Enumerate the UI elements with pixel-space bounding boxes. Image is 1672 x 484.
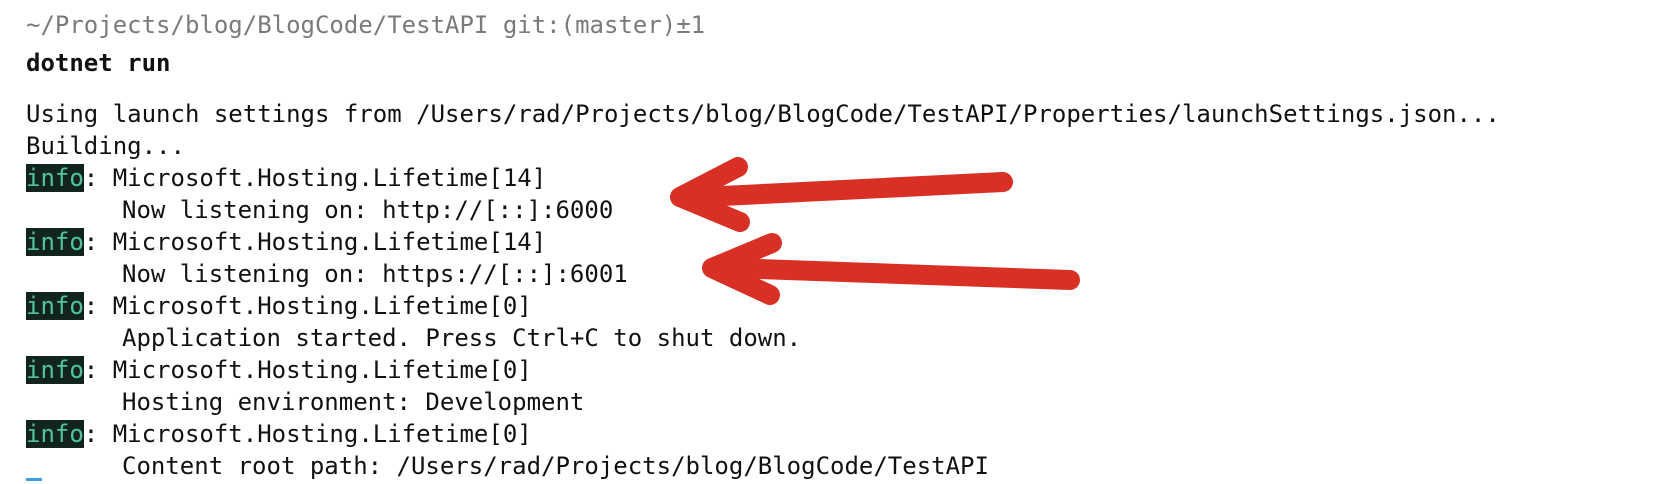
log-line: info: Microsoft.Hosting.Lifetime[0]	[26, 418, 1500, 450]
log-category: : Microsoft.Hosting.Lifetime[14]	[83, 164, 547, 192]
log-category: : Microsoft.Hosting.Lifetime[0]	[83, 292, 532, 320]
terminal-output: Using launch settings from /Users/rad/Pr…	[26, 98, 1500, 482]
log-line: info: Microsoft.Hosting.Lifetime[0]	[26, 290, 1500, 322]
log-level-badge: info	[26, 164, 84, 192]
output-line-building: Building...	[26, 132, 185, 160]
log-line: info: Microsoft.Hosting.Lifetime[14]	[26, 226, 1500, 258]
log-line: info: Microsoft.Hosting.Lifetime[14]	[26, 162, 1500, 194]
log-detail-app-started: Application started. Press Ctrl+C to shu…	[122, 324, 802, 352]
shell-prompt: ~/Projects/blog/BlogCode/TestAPI git:(ma…	[26, 11, 706, 39]
log-level-badge: info	[26, 292, 84, 320]
log-category: : Microsoft.Hosting.Lifetime[0]	[83, 356, 532, 384]
log-line: info: Microsoft.Hosting.Lifetime[0]	[26, 354, 1500, 386]
log-detail-environment: Hosting environment: Development	[122, 388, 585, 416]
output-line-launch-settings: Using launch settings from /Users/rad/Pr…	[26, 100, 1500, 128]
log-level-badge: info	[26, 420, 84, 448]
log-category: : Microsoft.Hosting.Lifetime[14]	[83, 228, 547, 256]
log-detail-content-root: Content root path: /Users/rad/Projects/b…	[122, 452, 989, 480]
log-detail-https-listening: Now listening on: https://[::]:6001	[122, 260, 628, 288]
terminal-cursor	[26, 478, 42, 481]
log-level-badge: info	[26, 228, 84, 256]
command-text: dotnet run	[26, 49, 171, 77]
log-detail-http-listening: Now listening on: http://[::]:6000	[122, 196, 614, 224]
log-level-badge: info	[26, 356, 84, 384]
log-category: : Microsoft.Hosting.Lifetime[0]	[83, 420, 532, 448]
terminal-window[interactable]: ~/Projects/blog/BlogCode/TestAPI git:(ma…	[0, 0, 1672, 484]
